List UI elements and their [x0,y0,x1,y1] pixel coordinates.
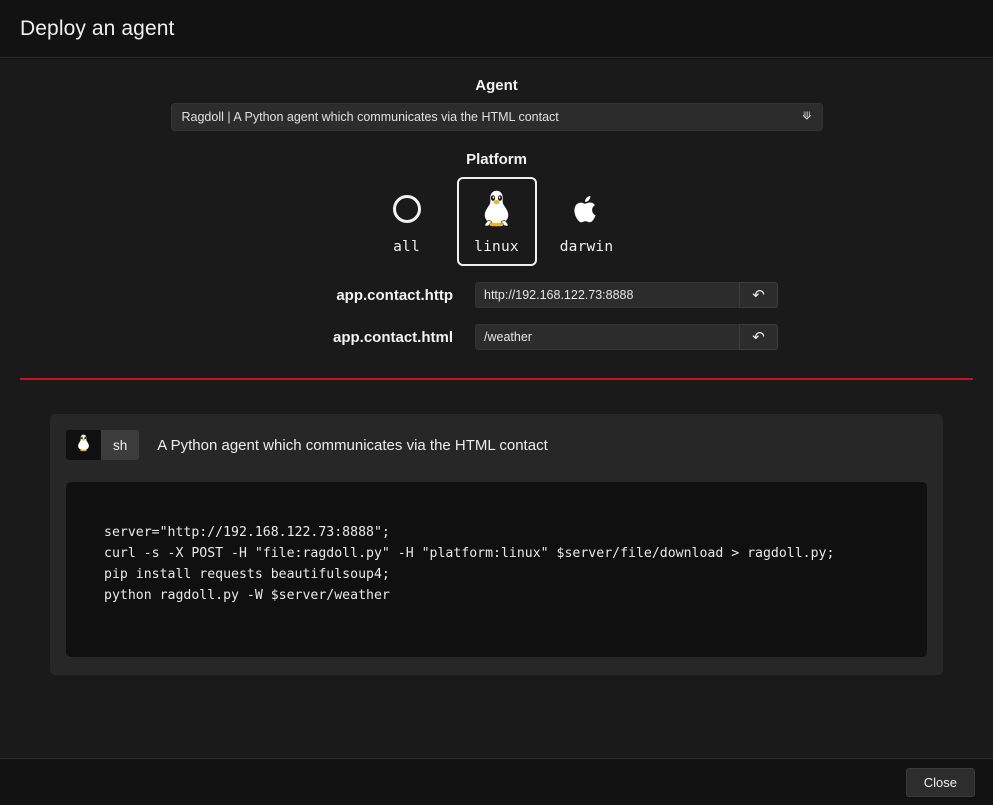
deploy-form: Agent Ragdoll | A Python agent which com… [0,59,993,350]
field-label-contact-http: app.contact.http [336,286,453,304]
contact-html-input[interactable] [475,324,739,350]
page-title: Deploy an agent [20,16,175,40]
undo-icon: ↶ [752,328,765,346]
tux-icon [480,189,513,229]
contact-http-input[interactable] [475,282,739,308]
snippet-language-tab[interactable]: sh [101,430,140,460]
platform-label: Platform [466,151,527,168]
close-button[interactable]: Close [905,767,975,797]
agent-select-value: Ragdoll | A Python agent which communica… [181,110,559,124]
code-text: server="http://192.168.122.73:8888"; cur… [104,525,835,603]
agent-select-wrapper: Ragdoll | A Python agent which communica… [170,103,823,131]
dialog-footer: Close [0,758,993,805]
platform-options: all linux darwin [0,177,993,266]
field-row-contact-http: app.contact.http ↶ [0,282,993,308]
window-titlebar: Deploy an agent [0,0,993,58]
platform-option-darwin[interactable]: darwin [547,177,627,266]
tux-icon [76,434,91,457]
field-input-group-contact-html: ↶ [475,324,778,350]
agent-select[interactable]: Ragdoll | A Python agent which communica… [170,103,823,131]
circle-icon [392,189,421,229]
snippet-card: sh A Python agent which communicates via… [50,414,943,675]
dialog-content: Agent Ragdoll | A Python agent which com… [0,59,993,757]
snippet-description: A Python agent which communicates via th… [157,436,548,454]
undo-icon: ↶ [752,286,765,304]
contact-html-reset-button[interactable]: ↶ [739,324,778,350]
field-input-group-contact-http: ↶ [475,282,778,308]
agent-label: Agent [475,77,518,94]
snippet-platform-badge [66,430,101,460]
contact-http-reset-button[interactable]: ↶ [739,282,778,308]
platform-option-darwin-label: darwin [559,239,614,255]
platform-option-linux-label: linux [474,239,519,255]
platform-option-all-label: all [393,239,420,255]
field-label-contact-html: app.contact.html [332,328,453,346]
platform-option-all[interactable]: all [367,177,447,266]
accent-divider [20,378,973,380]
apple-icon [571,189,602,229]
snippet-header: sh A Python agent which communicates via… [66,430,927,460]
field-row-contact-html: app.contact.html ↶ [0,324,993,350]
platform-option-linux[interactable]: linux [456,177,537,266]
code-block[interactable]: server="http://192.168.122.73:8888"; cur… [66,482,927,657]
